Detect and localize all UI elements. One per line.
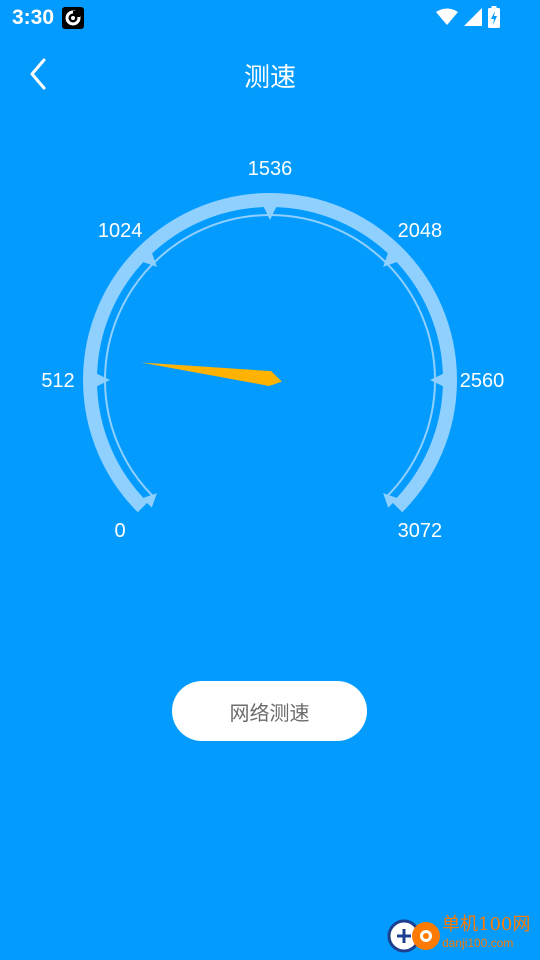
watermark-logo: 单机100网 danji100.com — [386, 910, 536, 956]
wifi-icon — [436, 8, 458, 25]
battery-charging-icon — [488, 6, 500, 28]
notification-app-icon — [62, 7, 84, 29]
gauge-needle — [141, 362, 282, 386]
gauge-label: 1536 — [248, 158, 293, 180]
gauge-tick — [430, 373, 444, 387]
page-title: 测速 — [243, 63, 296, 93]
app-bar: 测速 — [0, 36, 540, 112]
watermark-emblem-icon — [387, 919, 440, 953]
gauge-label: 2048 — [398, 220, 443, 242]
gauge-label: 1024 — [98, 220, 143, 242]
speed-gauge: 0 512 1024 1536 2048 2560 3072 — [41, 158, 505, 542]
gauge-label: 0 — [115, 520, 126, 542]
watermark-title: 单机100网 — [442, 914, 531, 935]
gauge-label: 512 — [41, 370, 74, 392]
status-time: 3:30 — [12, 6, 55, 29]
gauge-inner-arc — [104, 214, 436, 498]
gauge-tick — [96, 373, 110, 387]
watermark-url: danji100.com — [442, 936, 514, 950]
gauge-label: 3072 — [398, 520, 443, 542]
gauge-label: 2560 — [460, 370, 505, 392]
status-icons — [436, 6, 500, 28]
status-bar: 3:30 — [0, 0, 540, 36]
gauge-outer-arc — [83, 193, 457, 513]
network-speed-test-button[interactable]: 网络测速 — [172, 681, 367, 741]
signal-icon — [464, 8, 482, 26]
gauge-tick — [263, 206, 277, 220]
